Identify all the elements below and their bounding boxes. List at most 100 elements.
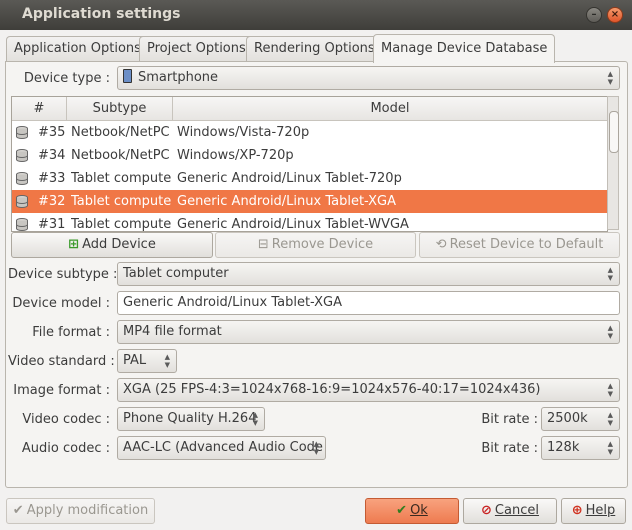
- row-id: #33: [38, 171, 66, 186]
- row-id: #35: [38, 125, 66, 140]
- video-standard-value: PAL: [123, 353, 147, 368]
- chevron-updown-icon: ▲ ▼: [607, 440, 613, 456]
- cancel-button[interactable]: ⊘ Cancel: [463, 498, 557, 524]
- reset-device-icon: ⟲: [435, 237, 447, 252]
- help-label: Help: [585, 503, 616, 518]
- audio-bitrate-value: 128k: [547, 440, 580, 455]
- help-lifebuoy-icon: ⊕: [571, 503, 583, 518]
- chevron-updown-icon: ▲ ▼: [607, 411, 613, 427]
- video-bitrate-label: Bit rate :: [481, 412, 538, 427]
- cancel-label: Cancel: [494, 503, 539, 518]
- device-type-select[interactable]: Smartphone ▲ ▼: [117, 66, 620, 90]
- video-codec-label: Video codec :: [22, 412, 110, 427]
- database-icon: [16, 195, 28, 208]
- device-subtype-label: Device subtype :: [8, 267, 118, 282]
- chevron-updown-icon: ▲ ▼: [607, 382, 613, 398]
- add-device-label: Add Device: [82, 237, 156, 252]
- file-format-label: File format :: [32, 325, 110, 340]
- smartphone-icon: [123, 69, 132, 83]
- cancel-icon: ⊘: [481, 503, 492, 518]
- add-device-button[interactable]: ⊞ Add Device: [11, 232, 213, 258]
- row-model: Generic Android/Linux Tablet-WVGA: [177, 217, 409, 232]
- row-subtype: Tablet computer: [71, 194, 172, 209]
- device-model-field[interactable]: Generic Android/Linux Tablet-XGA: [117, 291, 620, 315]
- column-header-id[interactable]: #: [12, 97, 67, 120]
- reset-device-button[interactable]: ⟲ Reset Device to Default: [419, 232, 620, 258]
- row-subtype: Tablet computer: [71, 171, 172, 186]
- column-header-subtype[interactable]: Subtype: [67, 97, 173, 120]
- tab-rendering-options[interactable]: Rendering Options: [246, 36, 383, 61]
- row-model: Windows/Vista-720p: [177, 125, 310, 140]
- device-type-label: Device type :: [23, 71, 110, 86]
- remove-device-label: Remove Device: [271, 237, 374, 252]
- row-subtype: Netbook/NetPC: [71, 148, 170, 163]
- image-format-value: XGA (25 FPS-4:3=1024x768-16:9=1024x576-4…: [123, 382, 541, 397]
- remove-device-icon: ⊟: [257, 237, 269, 252]
- audio-codec-select[interactable]: AAC-LC (Advanced Audio Code ▲ ▼: [117, 436, 326, 460]
- audio-codec-label: Audio codec :: [21, 441, 110, 456]
- title-bar: Application settings – ×: [0, 0, 632, 30]
- close-icon[interactable]: ×: [607, 7, 623, 23]
- scrollbar-thumb[interactable]: [609, 111, 619, 153]
- device-type-value: Smartphone: [138, 70, 219, 85]
- table-scrollbar[interactable]: [607, 96, 619, 230]
- chevron-updown-icon: ▲ ▼: [607, 324, 613, 340]
- audio-codec-value: AAC-LC (Advanced Audio Code: [123, 440, 323, 455]
- table-row[interactable]: #34 Netbook/NetPC Windows/XP-720p: [12, 144, 607, 167]
- chevron-updown-icon: ▲ ▼: [607, 70, 613, 86]
- video-standard-select[interactable]: PAL ▲ ▼: [117, 349, 177, 373]
- audio-bitrate-select[interactable]: 128k ▲ ▼: [541, 436, 620, 460]
- minimize-icon[interactable]: –: [586, 7, 602, 23]
- file-format-select[interactable]: MP4 file format ▲ ▼: [117, 320, 620, 344]
- ok-label: Ok: [410, 503, 428, 518]
- column-header-model[interactable]: Model: [173, 97, 607, 120]
- ok-button[interactable]: ✔ Ok: [365, 498, 459, 524]
- device-subtype-value: Tablet computer: [123, 266, 229, 281]
- apply-modification-button[interactable]: ✔ Apply modification: [6, 498, 155, 524]
- row-subtype: Netbook/NetPC: [71, 125, 170, 140]
- video-bitrate-select[interactable]: 2500k ▲ ▼: [541, 407, 620, 431]
- image-format-select[interactable]: XGA (25 FPS-4:3=1024x768-16:9=1024x576-4…: [117, 378, 620, 402]
- chevron-updown-icon: ▲ ▼: [313, 440, 319, 456]
- row-model: Generic Android/Linux Tablet-XGA: [177, 194, 396, 209]
- table-row[interactable]: #32 Tablet computer Generic Android/Linux …: [12, 190, 607, 213]
- video-bitrate-value: 2500k: [547, 411, 588, 426]
- video-standard-label: Video standard :: [8, 354, 115, 369]
- database-icon: [16, 172, 28, 185]
- device-table: # Subtype Model #35 Netbook/NetPC Windows/…: [11, 96, 608, 232]
- table-row[interactable]: #35 Netbook/NetPC Windows/Vista-720p: [12, 121, 607, 144]
- image-format-label: Image format :: [13, 383, 110, 398]
- table-row[interactable]: #33 Tablet computer Generic Android/Linux …: [12, 167, 607, 190]
- video-codec-value: Phone Quality H.264: [123, 411, 257, 426]
- chevron-updown-icon: ▲ ▼: [252, 411, 258, 427]
- database-icon: [16, 149, 28, 162]
- apply-modification-label: Apply modification: [26, 503, 149, 518]
- device-model-label: Device model :: [12, 296, 110, 311]
- tab-project-options[interactable]: Project Options: [139, 36, 254, 61]
- row-subtype: Tablet computer: [71, 217, 172, 232]
- row-id: #32: [38, 194, 66, 209]
- row-id: #31: [38, 217, 66, 232]
- tab-manage-device-database[interactable]: Manage Device Database: [373, 34, 556, 63]
- table-row[interactable]: #31 Tablet computer Generic Android/Linux …: [12, 213, 607, 232]
- audio-bitrate-label: Bit rate :: [481, 441, 538, 456]
- database-icon: [16, 218, 28, 231]
- table-header: # Subtype Model: [12, 97, 607, 121]
- database-icon: [16, 126, 28, 139]
- ok-check-icon: ✔: [396, 503, 408, 518]
- checkmark-icon: ✔: [12, 503, 24, 518]
- row-model: Windows/XP-720p: [177, 148, 294, 163]
- device-subtype-select[interactable]: Tablet computer ▲ ▼: [117, 262, 620, 286]
- tab-application-options[interactable]: Application Options: [6, 36, 149, 61]
- remove-device-button[interactable]: ⊟ Remove Device: [215, 232, 416, 258]
- file-format-value: MP4 file format: [123, 324, 222, 339]
- reset-device-label: Reset Device to Default: [449, 237, 604, 252]
- row-id: #34: [38, 148, 66, 163]
- add-device-icon: ⊞: [68, 237, 80, 252]
- row-model: Generic Android/Linux Tablet-720p: [177, 171, 402, 186]
- help-button[interactable]: ⊕ Help: [561, 498, 626, 524]
- chevron-updown-icon: ▲ ▼: [164, 353, 170, 369]
- chevron-updown-icon: ▲ ▼: [607, 266, 613, 282]
- window-title: Application settings: [22, 6, 181, 22]
- video-codec-select[interactable]: Phone Quality H.264 ▲ ▼: [117, 407, 265, 431]
